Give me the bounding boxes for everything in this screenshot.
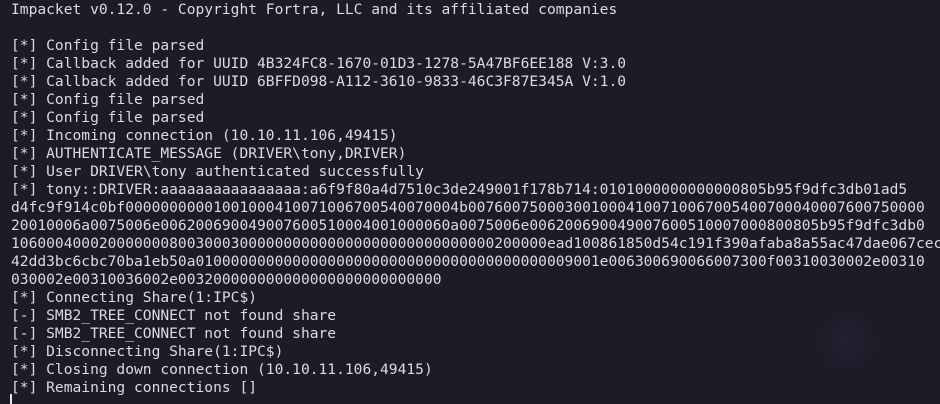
terminal-window[interactable]: Impacket v0.12.0 - Copyright Fortra, LLC… <box>0 0 940 404</box>
ntlmv2-hash-continuation: 1060004000200000008003000300000000000000… <box>11 235 940 252</box>
log-line-tree-connect-error: [-] SMB2_TREE_CONNECT not found share <box>11 325 337 342</box>
log-line-config-parsed: [*] Config file parsed <box>11 37 205 54</box>
background-watermark <box>812 306 882 376</box>
log-line-tree-connect-error: [-] SMB2_TREE_CONNECT not found share <box>11 307 337 324</box>
ntlmv2-hash-line: [*] tony::DRIVER:aaaaaaaaaaaaaaaa:a6f9f8… <box>11 181 908 198</box>
log-line-remaining-connections: [*] Remaining connections [] <box>11 379 258 396</box>
ntlmv2-hash-continuation: 20010006a0075006e00620069004900760051000… <box>11 217 925 234</box>
impacket-banner: Impacket v0.12.0 - Copyright Fortra, LLC… <box>11 1 618 18</box>
log-line-callback-uuid-2: [*] Callback added for UUID 6BFFD098-A11… <box>11 73 627 90</box>
log-line-disconnecting-share: [*] Disconnecting Share(1:IPC$) <box>11 343 284 360</box>
ntlmv2-hash-continuation: 42dd3bc6cbc70ba1eb50a0100000000000000000… <box>11 253 925 270</box>
log-line-config-parsed: [*] Config file parsed <box>11 91 205 108</box>
log-line-user-authenticated: [*] User DRIVER\tony authenticated succe… <box>11 163 424 180</box>
ntlmv2-hash-continuation: d4fc9f914c0bf000000000010010004100710067… <box>11 199 925 216</box>
log-line-incoming-connection: [*] Incoming connection (10.10.11.106,49… <box>11 127 398 144</box>
log-line-callback-uuid-1: [*] Callback added for UUID 4B324FC8-167… <box>11 55 627 72</box>
text-cursor <box>10 394 12 404</box>
log-line-config-parsed: [*] Config file parsed <box>11 109 205 126</box>
log-line-connecting-share: [*] Connecting Share(1:IPC$) <box>11 289 258 306</box>
ntlmv2-hash-continuation: 030002e00310036002e003200000000000000000… <box>11 271 442 288</box>
log-line-closing-connection: [*] Closing down connection (10.10.11.10… <box>11 361 433 378</box>
log-line-authenticate-message: [*] AUTHENTICATE_MESSAGE (DRIVER\tony,DR… <box>11 145 407 162</box>
